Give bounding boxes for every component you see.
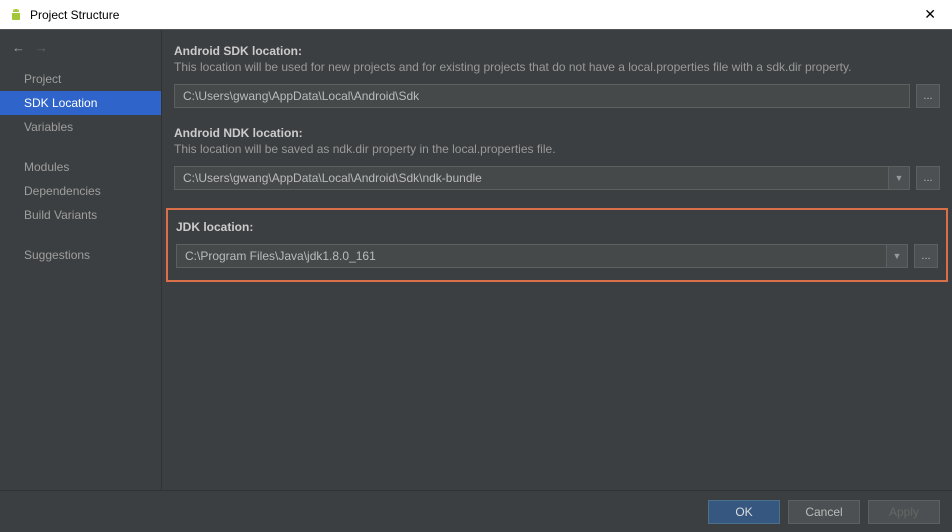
jdk-section: JDK location: ▼ ... bbox=[176, 220, 938, 268]
forward-arrow-icon: → bbox=[35, 40, 48, 55]
titlebar: Project Structure ✕ bbox=[0, 0, 952, 30]
sidebar-item-sdk-location[interactable]: SDK Location bbox=[0, 91, 161, 115]
jdk-highlight: JDK location: ▼ ... bbox=[166, 208, 948, 282]
sidebar-item-suggestions[interactable]: Suggestions bbox=[0, 243, 161, 267]
dialog-footer: OK Cancel Apply bbox=[0, 490, 952, 532]
ndk-location-input[interactable] bbox=[174, 166, 888, 190]
jdk-dropdown-button[interactable]: ▼ bbox=[886, 244, 908, 268]
android-icon bbox=[8, 7, 24, 23]
apply-button: Apply bbox=[868, 500, 940, 524]
sidebar-item-dependencies[interactable]: Dependencies bbox=[0, 179, 161, 203]
sidebar-item-modules[interactable]: Modules bbox=[0, 155, 161, 179]
close-icon[interactable]: ✕ bbox=[916, 4, 944, 25]
sdk-desc: This location will be used for new proje… bbox=[174, 60, 940, 74]
sidebar-item-variables[interactable]: Variables bbox=[0, 115, 161, 139]
ndk-section: Android NDK location: This location will… bbox=[174, 126, 940, 190]
cancel-button[interactable]: Cancel bbox=[788, 500, 860, 524]
ok-button[interactable]: OK bbox=[708, 500, 780, 524]
nav-arrows: ← → bbox=[0, 30, 161, 63]
sidebar: ← → Project SDK Location Variables Modul… bbox=[0, 30, 162, 490]
sdk-browse-button[interactable]: ... bbox=[916, 84, 940, 108]
back-arrow-icon[interactable]: ← bbox=[12, 40, 25, 55]
ndk-browse-button[interactable]: ... bbox=[916, 166, 940, 190]
window-title: Project Structure bbox=[30, 8, 916, 22]
jdk-browse-button[interactable]: ... bbox=[914, 244, 938, 268]
main-panel: Android SDK location: This location will… bbox=[162, 30, 952, 490]
sdk-section: Android SDK location: This location will… bbox=[174, 44, 940, 108]
ndk-label: Android NDK location: bbox=[174, 126, 940, 140]
sidebar-item-project[interactable]: Project bbox=[0, 67, 161, 91]
ndk-desc: This location will be saved as ndk.dir p… bbox=[174, 142, 940, 156]
sidebar-item-build-variants[interactable]: Build Variants bbox=[0, 203, 161, 227]
jdk-label: JDK location: bbox=[176, 220, 938, 234]
ndk-dropdown-button[interactable]: ▼ bbox=[888, 166, 910, 190]
jdk-location-input[interactable] bbox=[176, 244, 886, 268]
sdk-location-input[interactable] bbox=[174, 84, 910, 108]
sdk-label: Android SDK location: bbox=[174, 44, 940, 58]
